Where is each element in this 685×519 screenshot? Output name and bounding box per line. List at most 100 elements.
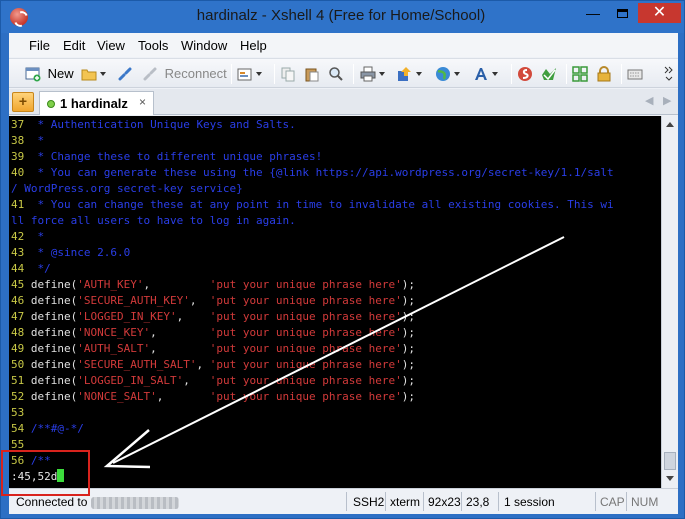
scrollbar-thumb[interactable]	[664, 452, 676, 470]
chevron-down-icon	[379, 71, 385, 76]
code-token: );	[401, 342, 416, 355]
xftp-button[interactable]	[541, 65, 557, 83]
properties-button[interactable]	[237, 65, 262, 83]
line-number: 53	[11, 406, 31, 419]
maximize-button[interactable]	[608, 3, 636, 23]
code-token: ,	[156, 390, 210, 403]
status-cursor-position: 23,8	[466, 495, 490, 509]
tab-bar: + 1 hardinalz × ◀ ▶	[9, 89, 678, 115]
status-separator	[423, 492, 424, 511]
new-tab-button[interactable]: +	[12, 92, 34, 112]
line-number: 39	[11, 150, 31, 163]
paste-icon	[305, 68, 319, 82]
redacted-host	[91, 497, 179, 509]
reconnect-button[interactable]: Reconnect	[142, 65, 227, 83]
tab-hardinalz[interactable]: 1 hardinalz ×	[39, 91, 154, 115]
line-number: 47	[11, 310, 31, 323]
transfer-button[interactable]	[397, 65, 422, 83]
toolbar-separator	[231, 64, 232, 84]
terminal-line: 52 define('NONCE_SALT', 'put your unique…	[11, 389, 415, 405]
status-separator	[346, 492, 347, 511]
chevron-down-icon	[100, 71, 106, 76]
code-token: define(	[30, 358, 78, 371]
tab-scroll-right-button[interactable]: ▶	[663, 94, 671, 107]
minimize-button[interactable]: —	[579, 3, 607, 23]
lock-button[interactable]	[596, 65, 612, 83]
toolbar-overflow-button[interactable]	[664, 63, 674, 81]
status-separator	[385, 492, 386, 511]
line-number: 40	[11, 166, 31, 179]
terminal-output[interactable]: 37 * Authentication Unique Keys and Salt…	[9, 116, 661, 488]
title-bar[interactable]: hardinalz - Xshell 4 (Free for Home/Scho…	[1, 1, 684, 33]
font-button[interactable]	[473, 65, 498, 83]
menu-file[interactable]: File	[29, 38, 50, 53]
code-token: 'put your unique phrase here'	[209, 310, 402, 323]
line-number: 37	[11, 118, 31, 131]
terminal-line: 53	[11, 405, 31, 421]
code-token: define(	[30, 390, 78, 403]
menu-tools[interactable]: Tools	[138, 38, 168, 53]
menu-edit[interactable]: Edit	[63, 38, 85, 53]
client-area: File Edit View Tools Window Help New Rec…	[9, 33, 678, 514]
code-token: 'NONCE_SALT'	[77, 390, 157, 403]
code-token: 'put your unique phrase here'	[209, 326, 402, 339]
chevron-down-icon	[492, 71, 498, 76]
new-session-button[interactable]: New	[25, 65, 74, 83]
font-icon	[475, 67, 487, 80]
code-token: 'put your unique phrase here'	[209, 374, 402, 387]
code-token: define(	[30, 310, 78, 323]
code-token: *	[30, 134, 45, 147]
tab-close-button[interactable]: ×	[139, 95, 146, 109]
toolbar-separator	[511, 64, 512, 84]
scroll-up-icon[interactable]	[666, 122, 674, 127]
toolbar-separator	[274, 64, 275, 84]
toolbar-separator	[566, 64, 567, 84]
search-icon	[329, 66, 343, 81]
keyboard-icon	[627, 69, 643, 80]
globe-button[interactable]	[435, 65, 460, 83]
code-token: ,	[150, 342, 210, 355]
terminal-line: 49 define('AUTH_SALT', 'put your unique …	[11, 341, 415, 357]
find-button[interactable]	[328, 65, 344, 83]
xshell-button[interactable]	[517, 65, 533, 83]
menu-help[interactable]: Help	[240, 38, 267, 53]
keyboard-button[interactable]	[627, 65, 643, 83]
menu-window[interactable]: Window	[181, 38, 227, 53]
code-token: );	[401, 310, 416, 323]
paste-button[interactable]	[304, 65, 320, 83]
print-button[interactable]	[360, 65, 385, 83]
terminal-scrollbar[interactable]	[661, 116, 678, 488]
code-token: ,	[183, 374, 210, 387]
command-highlight-box	[1, 450, 90, 496]
code-token: ,	[189, 294, 210, 307]
code-token: /**#@-*/	[30, 422, 84, 435]
menu-view[interactable]: View	[97, 38, 125, 53]
code-token: 'AUTH_KEY'	[77, 278, 144, 291]
terminal-line: 38 *	[11, 133, 44, 149]
line-number: 49	[11, 342, 31, 355]
close-button[interactable]: ✕	[638, 3, 681, 23]
xshell-window: hardinalz - Xshell 4 (Free for Home/Scho…	[0, 0, 685, 519]
code-token: 'NONCE_KEY'	[77, 326, 151, 339]
connection-status: Connected to	[16, 495, 88, 509]
line-number: 51	[11, 374, 31, 387]
terminal-line: 43 * @since 2.6.0	[11, 245, 130, 261]
layout-button[interactable]	[572, 65, 588, 83]
tab-scroll-left-button[interactable]: ◀	[645, 94, 653, 107]
line-number: 44	[11, 262, 31, 275]
connect-button[interactable]	[117, 65, 133, 83]
terminal-line: 47 define('LOGGED_IN_KEY', 'put your uni…	[11, 309, 415, 325]
xshell-logo-icon[interactable]	[10, 8, 28, 26]
status-sessions: 1 session	[504, 495, 555, 509]
status-separator	[461, 492, 462, 511]
maximize-icon	[616, 9, 628, 18]
scroll-down-icon[interactable]	[666, 476, 674, 481]
status-caps-lock: CAP	[600, 495, 625, 509]
copy-button[interactable]	[280, 65, 296, 83]
code-token: ll force all users to have to log in aga…	[11, 214, 296, 227]
open-button[interactable]	[81, 65, 106, 83]
terminal-line: 39 * Change these to different unique ph…	[11, 149, 322, 165]
status-protocol: SSH2	[353, 495, 385, 509]
terminal-line: ll force all users to have to log in aga…	[11, 213, 296, 229]
code-token: );	[401, 294, 416, 307]
